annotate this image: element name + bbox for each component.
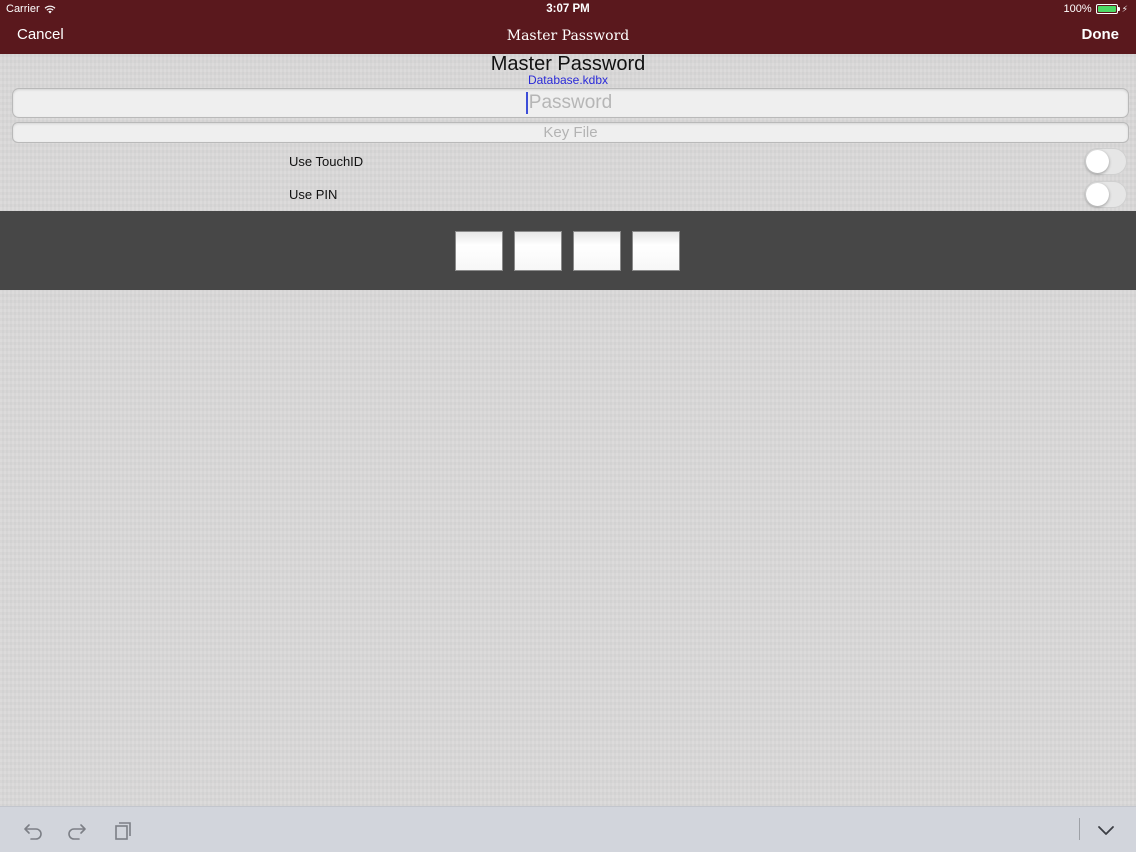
pin-label: Use PIN [289,187,338,202]
nav-title: Master Password [506,28,630,44]
status-time: 3:07 PM [546,3,590,15]
pin-entry-panel [0,211,1136,290]
text-cursor [526,92,528,114]
key-file-button[interactable]: Key File [12,122,1129,143]
redo-icon[interactable] [66,819,88,841]
pin-digit-4[interactable] [632,231,680,271]
pin-digit-2[interactable] [514,231,562,271]
toolbar-divider [1079,818,1080,840]
password-input[interactable] [12,88,1129,118]
toggle-knob [1086,150,1109,173]
pin-toggle[interactable] [1084,181,1127,208]
navigation-bar: Carrier 3:07 PM 100% ⚡ Cancel Master Pas… [0,0,1136,54]
toggle-knob [1086,183,1109,206]
touchid-label: Use TouchID [289,154,364,169]
pin-digit-1[interactable] [455,231,503,271]
done-button[interactable]: Done [1082,26,1120,44]
paste-icon[interactable] [112,819,134,841]
status-battery: 100% ⚡ [1064,2,1128,16]
pin-digit-3[interactable] [573,231,621,271]
charging-icon: ⚡ [1121,4,1128,14]
keyboard-shortcut-bar [0,806,1136,852]
battery-percent: 100% [1063,3,1092,15]
touchid-toggle[interactable] [1084,148,1127,175]
battery-icon [1095,4,1120,14]
database-name: Database.kdbx [527,73,609,87]
page-title: Master Password [490,53,646,75]
chevron-down-icon[interactable] [1095,819,1117,841]
undo-icon[interactable] [22,819,44,841]
